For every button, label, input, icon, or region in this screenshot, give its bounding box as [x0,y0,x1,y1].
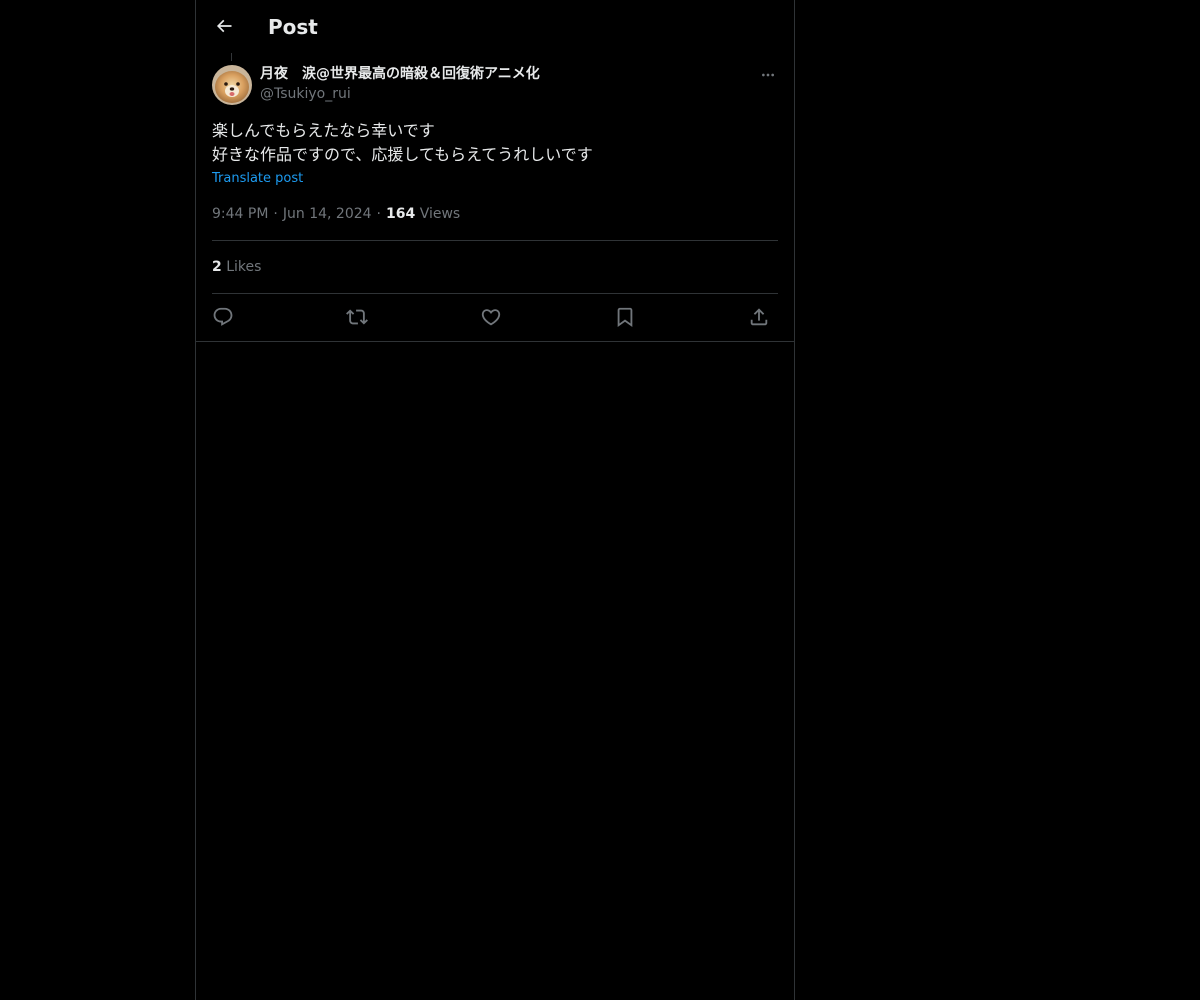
author-info: 月夜 涙@世界最高の暗殺＆回復術アニメ化 @Tsukiyo_rui [260,64,540,104]
translate-post-link[interactable]: Translate post [212,170,303,188]
author-display-name[interactable]: 月夜 涙@世界最高の暗殺＆回復術アニメ化 [260,64,540,84]
likes-count: 2 [212,259,222,275]
avatar[interactable] [212,65,252,105]
divider [212,240,778,241]
views-count: 164 [386,206,416,222]
share-icon [748,306,770,328]
post-time[interactable]: 9:44 PM [212,206,268,222]
post-column: Post 月夜 涙@世界最高の暗殺＆回復術アニメ化 @Tsukiyo_rui 楽… [195,0,795,1000]
like-button[interactable] [475,301,507,333]
arrow-left-icon [214,16,234,36]
bookmark-icon [614,306,636,328]
more-horizontal-icon [760,67,776,83]
back-button[interactable] [208,10,240,42]
reply-button[interactable] [207,301,239,333]
post-text-line: 楽しんでもらえたなら幸いです [212,121,435,140]
likes-label: Likes [226,259,262,275]
post-date[interactable]: Jun 14, 2024 [283,206,372,222]
author-handle[interactable]: @Tsukiyo_rui [260,84,540,104]
meta-separator: · [273,206,278,222]
thread-connector-line [231,53,232,61]
divider [212,293,778,294]
views-label: Views [419,206,461,222]
post-text-line: 好きな作品ですので、応援してもらえてうれしいです [212,145,593,164]
repost-icon [346,306,368,328]
likes-stat[interactable]: 2 Likes [212,257,261,277]
reply-icon [212,306,234,328]
bookmark-button[interactable] [609,301,641,333]
meta-separator: · [376,206,381,222]
page-header: Post [196,0,794,53]
more-options-button[interactable] [756,64,780,86]
post-bottom-border [196,341,794,342]
page-title: Post [268,15,318,39]
post-actions-bar [212,301,778,333]
share-button[interactable] [743,301,775,333]
heart-icon [480,306,502,328]
repost-button[interactable] [341,301,373,333]
post-metadata: 9:44 PM · Jun 14, 2024 · 164 Views [212,204,460,224]
post-text: 楽しんでもらえたなら幸いです 好きな作品ですので、応援してもらえてうれしいです [212,119,778,167]
